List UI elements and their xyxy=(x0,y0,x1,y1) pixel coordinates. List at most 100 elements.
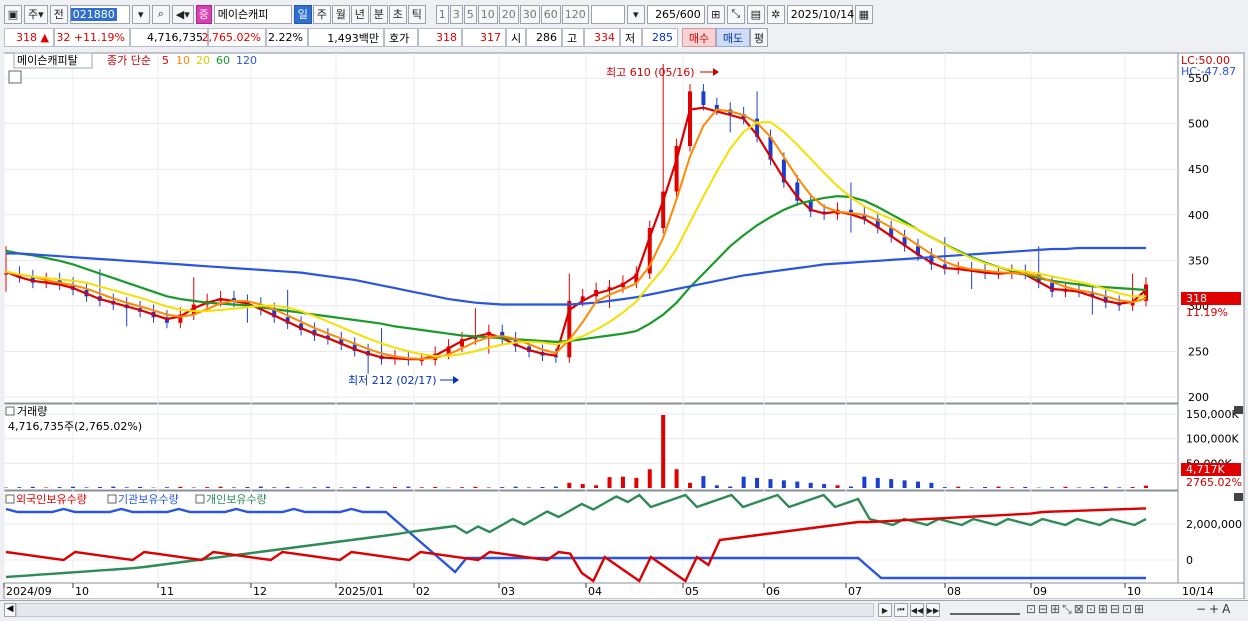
up-arrow-icon: ▲ xyxy=(40,31,49,44)
count-field[interactable]: 265/600 xyxy=(646,4,705,24)
interval-tab-20[interactable]: 20 xyxy=(498,4,519,24)
price-tick-250: 250 xyxy=(1188,345,1209,358)
interval-tab-1[interactable]: 1 xyxy=(435,4,449,24)
price-value: 318 xyxy=(16,31,38,44)
buy-button[interactable]: 매수 xyxy=(682,28,716,47)
volume-bar xyxy=(1103,486,1108,488)
volume-bar xyxy=(634,477,639,488)
interval-dropdown-icon[interactable]: ▾ xyxy=(626,4,645,24)
interval-tab-30[interactable]: 30 xyxy=(519,4,540,24)
volume-bar xyxy=(647,469,652,488)
search-icon[interactable]: ⌕ xyxy=(151,4,170,24)
volume-bar xyxy=(553,486,558,488)
period-tab-4[interactable]: 분 xyxy=(369,4,388,24)
last-price-value: 318 xyxy=(1186,292,1207,305)
sell-button[interactable]: 매도 xyxy=(716,28,750,47)
volume-close-icon[interactable] xyxy=(1234,406,1243,414)
speaker-icon[interactable]: ◀▾ xyxy=(171,4,194,24)
x-label-13: 10 xyxy=(1127,585,1141,598)
market-label: 주 xyxy=(28,8,39,21)
interval-tab-60[interactable]: 60 xyxy=(540,4,561,24)
ma60-label: 60 xyxy=(216,54,230,67)
volume-bar xyxy=(366,486,371,488)
interval-tabs: 1 3 5 10 20 30 60 120 xyxy=(435,4,589,24)
zoom-slider[interactable] xyxy=(950,605,1020,615)
volume-bar xyxy=(714,485,719,488)
avg-button[interactable]: 평 xyxy=(750,28,768,47)
scroll-track[interactable] xyxy=(16,603,874,617)
window-icon[interactable]: ▣ xyxy=(4,4,22,24)
interval-tab-5[interactable]: 5 xyxy=(463,4,477,24)
x-label-6: 03 xyxy=(501,585,515,598)
volume-bar xyxy=(929,482,934,488)
period-tab-3[interactable]: 년 xyxy=(350,4,369,24)
stock-chart[interactable]: 메이슨캐피탈 종가 단순 5 10 20 60 120 최고 610 (05/1… xyxy=(0,52,1248,599)
prev-button[interactable]: 전 xyxy=(49,4,68,24)
volume-bar xyxy=(57,487,62,488)
volume-bar xyxy=(795,481,800,488)
x-axis-panel xyxy=(3,582,1245,599)
volume-bar xyxy=(460,487,464,488)
scroll-left-icon[interactable]: ◀ xyxy=(4,603,16,617)
volume-bar xyxy=(124,487,129,488)
volume-bar xyxy=(352,487,357,488)
zoom-icons[interactable]: −+A xyxy=(1196,602,1233,616)
save-icon[interactable]: ▤ xyxy=(746,4,765,24)
interval-tab-120[interactable]: 120 xyxy=(561,4,589,24)
ask-price: 318 xyxy=(418,28,462,47)
period-tab-5[interactable]: 초 xyxy=(388,4,407,24)
stock-code-input[interactable]: 021880 xyxy=(69,4,130,24)
candle-body xyxy=(4,273,8,275)
chart-type-icon[interactable]: ⊞ xyxy=(706,4,725,24)
foreign-label: 외국인보유수량 xyxy=(16,493,87,506)
x-label-1: 10 xyxy=(75,585,89,598)
volume-bar xyxy=(178,486,183,488)
period-tab-1[interactable]: 주 xyxy=(312,4,331,24)
calendar-icon[interactable]: ▦ xyxy=(854,4,873,24)
quote-amount: 1,493백만 xyxy=(308,28,384,47)
draw-icon[interactable]: ⤡ xyxy=(726,4,745,24)
interval-tab-3[interactable]: 3 xyxy=(449,4,463,24)
volume-bar xyxy=(956,486,961,488)
scroll-right-icon[interactable]: ▶ xyxy=(878,603,892,617)
date-field[interactable]: 2025/10/14 xyxy=(786,4,854,24)
x-label-10: 07 xyxy=(848,585,862,598)
x-label-8: 05 xyxy=(685,585,699,598)
volume-bar xyxy=(138,486,143,488)
count-total: /600 xyxy=(676,7,701,21)
volume-bar xyxy=(1023,486,1028,488)
interval-tab-10[interactable]: 10 xyxy=(477,4,498,24)
next-page-icon[interactable]: ▶▶ xyxy=(926,603,940,617)
volume-bar xyxy=(232,487,236,488)
open-label: 시 xyxy=(506,28,526,47)
institution-label: 기관보유수량 xyxy=(118,493,179,506)
volume-bar xyxy=(540,487,545,488)
volume-bar xyxy=(97,487,102,488)
volume-bar xyxy=(513,486,518,488)
volume-bar xyxy=(848,486,853,488)
ma5-label: 5 xyxy=(162,54,169,67)
grid-toggle-icon[interactable] xyxy=(8,70,22,84)
volume-bar xyxy=(433,486,438,488)
volume-bar xyxy=(325,486,330,488)
first-icon[interactable]: ⏮ xyxy=(894,603,908,617)
holding-close-icon[interactable] xyxy=(1234,493,1243,501)
code-dropdown-icon[interactable]: ▾ xyxy=(131,4,150,24)
interval-input[interactable] xyxy=(590,4,625,24)
prev-page-icon[interactable]: ◀◀ xyxy=(910,603,924,617)
holding-legend: 외국인보유수량 기관보유수량 개인보유수량 xyxy=(5,493,267,506)
period-tab-6[interactable]: 틱 xyxy=(407,4,426,24)
volume-bar xyxy=(688,482,692,488)
ma10-label: 10 xyxy=(176,54,190,67)
settings-icon[interactable]: ✲ xyxy=(766,4,785,24)
tool-icons[interactable]: ⊡⊟⊞⤡⊠⊡⊞⊟⊡⊞ xyxy=(1026,602,1146,617)
period-tab-2[interactable]: 월 xyxy=(331,4,350,24)
stock-name-field[interactable]: 메이슨캐피 xyxy=(213,4,292,24)
individual-label: 개인보유수량 xyxy=(206,493,267,506)
market-select[interactable]: 주 ▾ xyxy=(24,4,48,24)
price-pane-title[interactable]: 메이슨캐피탈 xyxy=(17,54,78,67)
x-label-11: 08 xyxy=(947,585,961,598)
quote-change: 32 +11.19% xyxy=(54,28,130,47)
period-tab-0[interactable]: 일 xyxy=(293,4,312,24)
change-value: 32 xyxy=(56,31,71,44)
